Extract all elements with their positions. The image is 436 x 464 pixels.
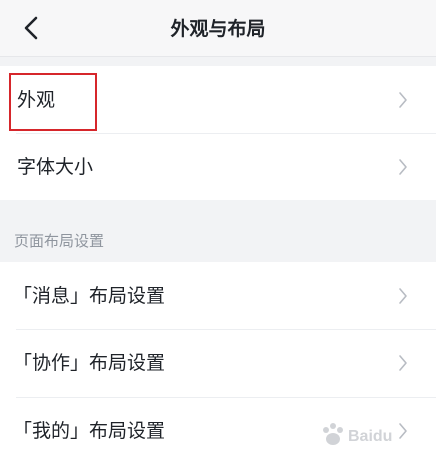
section-header-page-layout: 页面布局设置 (14, 232, 105, 250)
chevron-right-icon (399, 287, 407, 304)
watermark-text: Baidu (348, 428, 392, 445)
row-label: 外观 (17, 88, 56, 111)
chevron-right-icon (399, 158, 407, 175)
row-label: 字体大小 (17, 155, 94, 178)
row-label: 「消息」布局设置 (13, 284, 166, 307)
settings-row-font-size[interactable]: 字体大小 (0, 133, 436, 200)
row-label: 「协作」布局设置 (13, 352, 166, 374)
top-nav-bar: 外观与布局 (0, 0, 436, 57)
baidu-watermark-logo: Baidu (323, 423, 392, 445)
chevron-right-icon (399, 91, 407, 108)
settings-row-appearance[interactable]: 外观 (0, 66, 436, 133)
settings-row-messages-layout[interactable]: 「消息」布局设置 (0, 262, 436, 329)
chevron-right-icon (399, 355, 407, 371)
page-title: 外观与布局 (170, 18, 266, 40)
row-label: 「我的」布局设置 (13, 419, 166, 442)
settings-row-collaboration-layout[interactable]: 「协作」布局设置 (0, 329, 436, 397)
appearance-settings-group: 外观 字体大小 (0, 66, 436, 200)
